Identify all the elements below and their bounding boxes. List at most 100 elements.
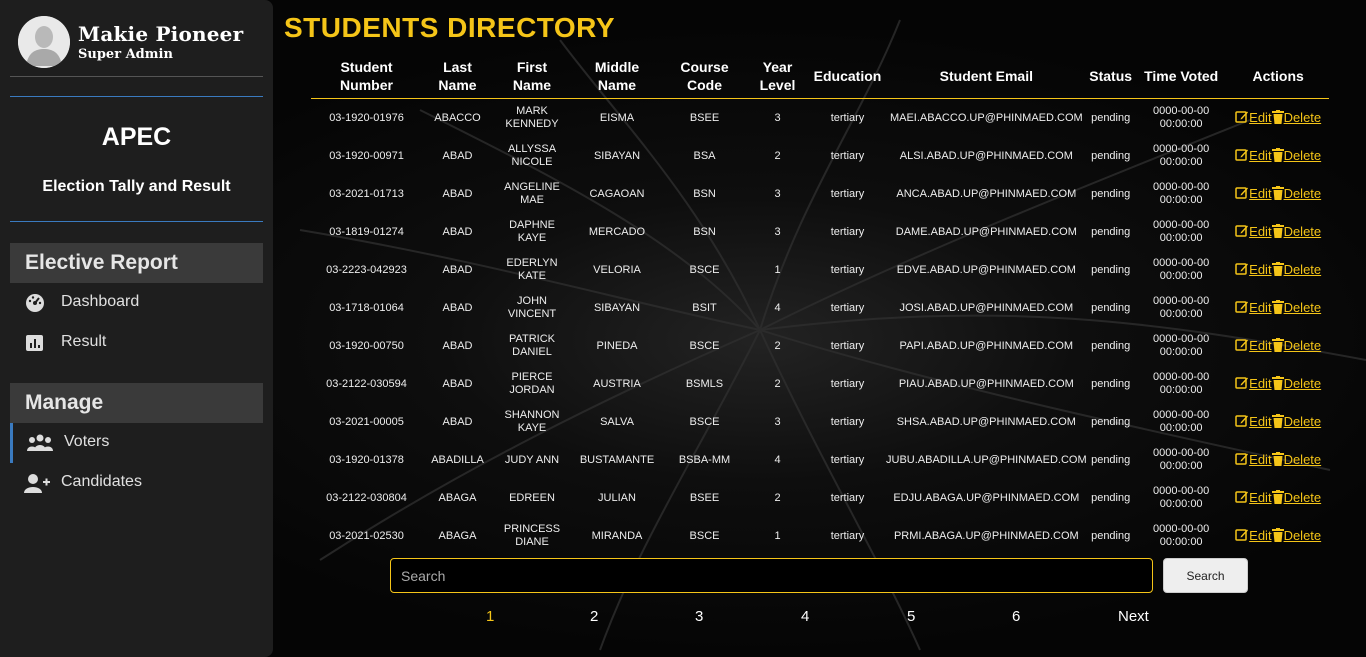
edit-link[interactable]: Edit [1235,110,1272,125]
page-link-3[interactable]: 3 [695,608,703,625]
time-voted-cell: 0000-00-00 00:00:00 [1153,523,1210,548]
actions-cell: Edit Delete [1228,251,1329,289]
page-link-1[interactable]: 1 [486,608,494,625]
first-name-cell: JUDY ANN [504,453,560,466]
first-name-cell: MARK KENNEDY [505,105,559,130]
delete-link[interactable]: Delete [1271,262,1321,277]
delete-link[interactable]: Delete [1271,528,1321,543]
delete-link[interactable]: Delete [1271,490,1321,505]
edit-link[interactable]: Edit [1235,148,1272,163]
edit-label: Edit [1249,490,1272,505]
table-row: 03-2021-00005 ABAD SHANNON KAYE SALVA BSCE 3 t… [311,403,1329,441]
page-link-4[interactable]: 4 [801,608,809,625]
delete-link[interactable]: Delete [1271,300,1322,315]
brand-subtitle: Election Tally and Result [42,178,231,195]
year-level-cell: 4 [774,453,781,466]
edit-link[interactable]: Edit [1235,376,1272,391]
time-voted-cell: 0000-00-00 00:00:00 [1153,485,1210,510]
student-number-cell: 03-1718-01064 [329,301,404,314]
trash-icon [1271,376,1284,391]
first-name-cell: ALLYSSA NICOLE [507,143,557,168]
edit-link[interactable]: Edit [1235,224,1272,239]
edit-icon [1235,224,1249,239]
trash-icon [1271,490,1284,505]
course-code-cell: BSCE [689,529,720,542]
first-name-cell: EDREEN [509,491,555,504]
avatar[interactable] [18,16,70,68]
edit-icon [1235,452,1249,467]
delete-link[interactable]: Delete [1271,376,1321,391]
edit-icon [1235,528,1249,543]
status-cell: pending [1091,529,1131,542]
sidebar-item-candidates[interactable]: Candidates [10,463,263,503]
table-row: 03-2122-030804 ABAGA EDREEN JULIAN BSEE 2 tert… [311,479,1329,517]
status-cell: pending [1091,187,1131,200]
delete-link[interactable]: Delete [1271,452,1321,467]
edit-link[interactable]: Edit [1235,262,1272,277]
education-cell: tertiary [830,491,865,504]
column-header: Last Name [422,54,493,99]
first-name-cell: PIERCE JORDAN [509,371,555,396]
edit-icon [1235,376,1249,391]
student-number-cell: 03-2021-01713 [329,187,404,200]
student-email-cell: EDVE.ABAD.UP@PHINMAED.COM [896,263,1076,276]
sidebar-item-label: Result [61,333,107,350]
sidebar-item-dashboard[interactable]: Dashboard [10,283,263,323]
delete-link[interactable]: Delete [1271,186,1321,201]
student-number-cell: 03-2122-030804 [326,491,407,504]
delete-link[interactable]: Delete [1271,414,1321,429]
delete-link[interactable]: Delete [1271,148,1321,163]
year-level-cell: 3 [774,415,781,428]
edit-link[interactable]: Edit [1235,452,1272,467]
status-cell: pending [1091,149,1131,162]
status-cell: pending [1091,491,1131,504]
edit-link[interactable]: Edit [1235,490,1272,505]
course-code-cell: BSMLS [685,377,724,390]
edit-label: Edit [1249,224,1272,239]
actions-cell: Edit Delete [1228,365,1329,403]
edit-label: Edit [1249,528,1272,543]
profile-card: Makie Pioneer Super Admin [10,10,263,77]
delete-label: Delete [1283,300,1322,315]
year-level-cell: 1 [774,263,781,276]
next-page-link[interactable]: Next [1118,608,1149,625]
chart-icon [24,333,46,353]
sidebar-item-voters[interactable]: Voters [10,423,266,463]
delete-label: Delete [1283,110,1322,125]
search-button[interactable]: Search [1163,558,1248,593]
edit-icon [1235,110,1249,125]
last-name-cell: ABAD [442,149,473,162]
course-code-cell: BSIT [692,301,717,314]
last-name-cell: ABAD [442,225,473,238]
student-email-cell: SHSA.ABAD.UP@PHINMAED.COM [896,415,1076,428]
status-cell: pending [1091,111,1131,124]
sidebar-item-result[interactable]: Result [10,323,263,363]
divider [10,96,263,97]
page-link-6[interactable]: 6 [1012,608,1020,625]
users-icon [27,433,53,453]
page-link-2[interactable]: 2 [590,608,598,625]
last-name-cell: ABACCO [434,111,481,124]
edit-link[interactable]: Edit [1235,186,1272,201]
edit-link[interactable]: Edit [1235,338,1272,353]
column-header: Time Voted [1134,54,1228,99]
delete-link[interactable]: Delete [1271,224,1321,239]
first-name-cell: SHANNON KAYE [504,409,560,434]
edit-link[interactable]: Edit [1235,300,1272,315]
edit-link[interactable]: Edit [1235,414,1272,429]
student-email-cell: ANCA.ABAD.UP@PHINMAED.COM [896,187,1077,200]
trash-icon [1271,262,1284,277]
dashboard-icon [24,293,46,313]
edit-link[interactable]: Edit [1235,528,1272,543]
edit-icon [1235,262,1249,277]
sidebar-item-label: Dashboard [61,293,140,310]
page-link-5[interactable]: 5 [907,608,915,625]
education-cell: tertiary [830,415,865,428]
delete-link[interactable]: Delete [1271,110,1322,125]
first-name-cell: JOHN VINCENT [507,295,557,320]
student-number-cell: 03-1920-01378 [329,453,404,466]
table-row: 03-1920-01378 ABADILLA JUDY ANN BUSTAMANTE B… [311,441,1329,479]
delete-link[interactable]: Delete [1271,338,1321,353]
search-input[interactable] [390,558,1153,593]
trash-icon [1271,414,1284,429]
